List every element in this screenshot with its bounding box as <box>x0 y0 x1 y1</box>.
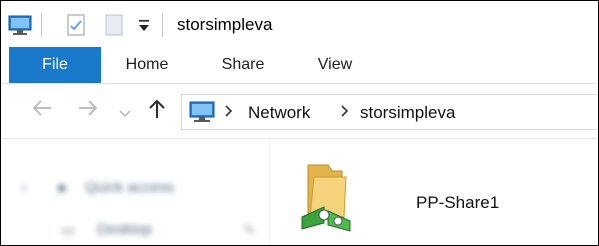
chevron-right-icon[interactable]: › <box>21 179 26 196</box>
tab-view[interactable]: View <box>299 47 371 83</box>
nav-item-quick-access[interactable]: Quick access <box>85 179 174 196</box>
navigation-bar: Network storsimpleva <box>1 84 598 139</box>
up-arrow-icon[interactable] <box>147 98 167 126</box>
breadcrumb-chevron-icon[interactable] <box>340 103 350 124</box>
ribbon-tabs: File Home Share View <box>1 47 598 84</box>
network-share-folder-icon <box>298 159 360 238</box>
star-icon: ★ <box>55 180 69 197</box>
tab-file[interactable]: File <box>9 47 101 83</box>
tab-home[interactable]: Home <box>111 47 183 83</box>
pin-icon[interactable]: ✎ <box>243 221 256 239</box>
breadcrumb-storsimpleva[interactable]: storsimpleva <box>360 103 455 123</box>
share-item[interactable]: PP-Share1 <box>298 151 578 237</box>
content-pane: PP-Share1 <box>270 139 598 245</box>
title-bar: storsimpleva <box>1 1 598 47</box>
breadcrumb-chevron-icon[interactable] <box>224 103 234 124</box>
customize-toolbar-icon[interactable] <box>137 15 151 40</box>
properties-icon[interactable] <box>65 13 87 42</box>
toolbar-separator <box>41 13 42 37</box>
file-explorer-window: storsimpleva File Home Share View Networ… <box>0 0 599 246</box>
forward-arrow-icon[interactable] <box>77 98 99 124</box>
window-title: storsimpleva <box>177 15 273 34</box>
navigation-pane: › ★ Quick access ▭ Desktop ✎ <box>1 139 270 245</box>
tab-share[interactable]: Share <box>207 47 279 83</box>
back-arrow-icon[interactable] <box>31 98 53 124</box>
network-computer-icon <box>188 100 216 129</box>
title-separator <box>162 13 163 37</box>
breadcrumb-network[interactable]: Network <box>248 103 310 123</box>
computer-icon[interactable] <box>7 13 33 42</box>
address-bar[interactable]: Network storsimpleva <box>181 94 598 130</box>
chevron-down-icon[interactable] <box>119 102 131 125</box>
desktop-icon: ▭ <box>61 222 76 239</box>
nav-item-desktop[interactable]: Desktop <box>97 221 152 238</box>
share-name: PP-Share1 <box>416 193 500 212</box>
new-folder-icon[interactable] <box>103 13 125 42</box>
